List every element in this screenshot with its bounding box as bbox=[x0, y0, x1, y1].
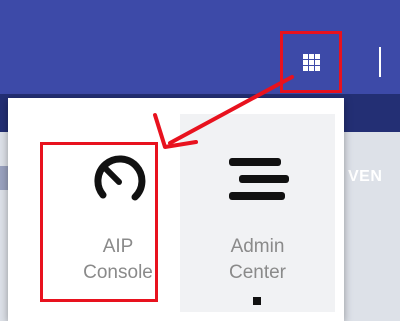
app-launcher-button[interactable] bbox=[280, 31, 342, 93]
scroll-indicator-dot bbox=[253, 297, 261, 305]
highlight-box-aip-console bbox=[40, 142, 158, 302]
app-tile-admin-center[interactable]: Admin Center bbox=[180, 114, 335, 312]
partial-nav-item bbox=[0, 166, 8, 190]
header-divider bbox=[379, 47, 381, 77]
menu-lines-icon bbox=[222, 144, 294, 216]
app-grid-icon bbox=[302, 53, 320, 71]
nav-item-partial-label[interactable]: VEN bbox=[348, 168, 382, 186]
app-tile-label: Admin Center bbox=[228, 236, 287, 283]
